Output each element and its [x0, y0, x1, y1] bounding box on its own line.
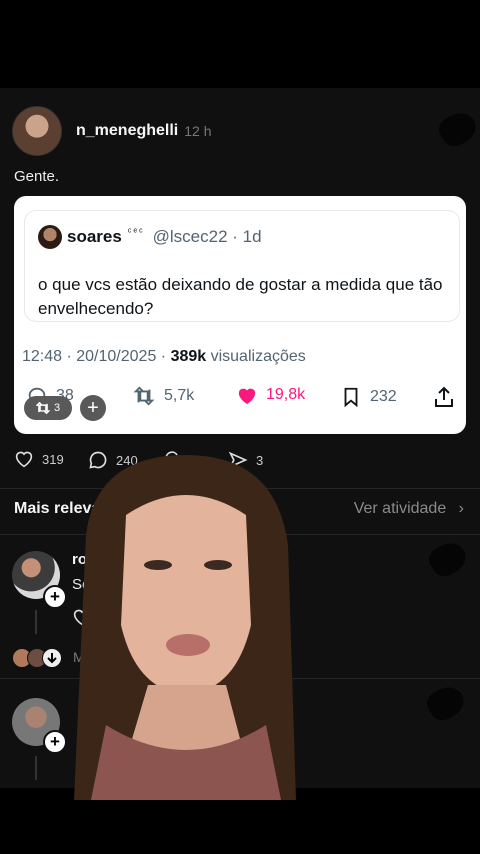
post-text: Gente. [14, 168, 60, 185]
view-activity-link[interactable]: Ver atividade › [354, 500, 464, 518]
reply-avatars [12, 648, 62, 668]
quoted-tweet: soares ᶜᵉᶜ @lscec22 · 1d o que vcs estão… [24, 210, 460, 322]
quoted-tweet-header: soares ᶜᵉᶜ @lscec22 · 1d [38, 225, 262, 249]
post-time: 12 h [184, 123, 212, 139]
tweet-meta: 12:48 · 20/10/2025 · 389k visualizações [22, 348, 306, 366]
retweet-icon [133, 386, 155, 406]
heart-icon [15, 451, 33, 468]
quoted-tweet-text: o que vcs estão deixando de gostar a med… [38, 275, 443, 318]
follow-add-icon[interactable]: + [43, 730, 67, 754]
repost-count-pill[interactable]: 3 [24, 396, 72, 420]
tweet-share-stat [432, 385, 464, 409]
tweet-like-stat: 19,8k [236, 385, 305, 405]
view-activity-label: Ver atividade [353, 500, 447, 517]
tweet-timestamp: 12:48 · 20/10/2025 · [22, 348, 171, 365]
tweet-like-count: 19,8k [266, 386, 306, 403]
quoted-author-avatar [38, 225, 62, 249]
tweet-bookmark-count: 232 [370, 388, 397, 405]
thread-line [35, 756, 37, 780]
repost-count: 3 [53, 402, 61, 414]
tweet-views-label: visualizações [206, 348, 306, 365]
quoted-author-name: soares [67, 227, 122, 246]
presenter-eye [204, 560, 232, 570]
quoted-author-flair: ᶜᵉᶜ [127, 226, 145, 238]
post-header: n_meneghelli 12 h [12, 106, 212, 156]
presenter-face [121, 495, 251, 695]
post-author-username[interactable]: n_meneghelli [76, 122, 178, 140]
scribble-redaction [424, 537, 472, 581]
follow-add-icon[interactable]: + [43, 585, 67, 609]
quoted-author-handle: @lscec22 · 1d [152, 227, 262, 246]
reply-avatar-arrow [42, 648, 62, 668]
post-like-count: 319 [42, 451, 64, 467]
scribble-redaction [422, 681, 470, 725]
thread-line [35, 610, 37, 634]
heart-filled-icon [238, 388, 256, 405]
presenter-mouth [166, 634, 210, 656]
arrow-down-icon [47, 653, 57, 664]
post-author-avatar[interactable] [12, 106, 62, 156]
tweet-views-count: 389k [170, 348, 207, 365]
chevron-right-icon: › [458, 500, 464, 517]
post-like-button[interactable]: 319 [14, 450, 64, 468]
tweet-screenshot-card[interactable]: soares ᶜᵉᶜ @lscec22 · 1d o que vcs estão… [14, 196, 466, 434]
tweet-retweet-stat: 5,7k [132, 385, 194, 407]
add-button[interactable]: + [80, 395, 106, 421]
tweet-bookmark-stat: 232 [340, 385, 397, 409]
bookmark-icon [344, 387, 358, 408]
share-upload-icon [435, 386, 453, 407]
scribble-redaction [434, 107, 480, 151]
presenter-eye [144, 560, 172, 570]
tweet-retweet-count: 5,7k [164, 387, 195, 404]
repost-icon [35, 402, 50, 414]
presenter-video-overlay [74, 455, 296, 800]
